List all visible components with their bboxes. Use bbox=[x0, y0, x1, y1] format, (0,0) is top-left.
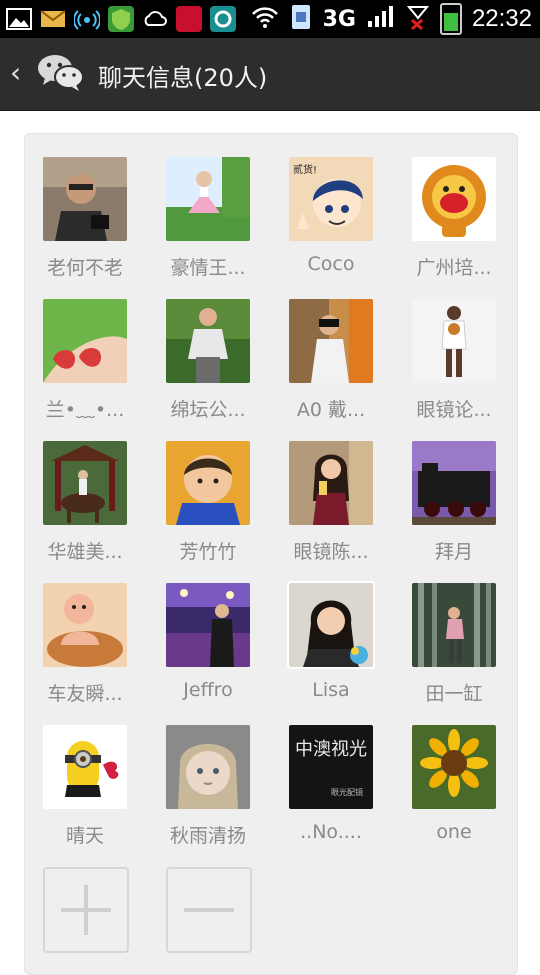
hotspot-icon bbox=[74, 6, 100, 32]
clock: 22:32 bbox=[471, 5, 532, 32]
member-item[interactable]: 秋雨清扬 bbox=[158, 725, 258, 848]
avatar[interactable] bbox=[43, 299, 127, 383]
avatar[interactable]: 中澳视光 眼光配镜 bbox=[289, 725, 373, 809]
page-title: 聊天信息(20人) bbox=[98, 64, 268, 92]
wechat-logo-icon bbox=[36, 52, 86, 96]
member-name: A0 戴... bbox=[296, 399, 366, 421]
news-icon bbox=[176, 6, 202, 32]
member-item[interactable]: 眼镜陈... bbox=[281, 441, 381, 564]
member-item[interactable]: 拜月 bbox=[404, 441, 504, 564]
shield-icon bbox=[108, 6, 134, 32]
battery-icon bbox=[439, 3, 462, 35]
avatar[interactable] bbox=[166, 157, 250, 241]
avatar[interactable]: 贰货! bbox=[289, 157, 373, 241]
member-name: 眼镜陈... bbox=[293, 541, 369, 563]
app-icon bbox=[210, 6, 236, 32]
member-name: 秋雨清扬 bbox=[169, 825, 246, 847]
member-item[interactable]: 老何不老 bbox=[35, 157, 135, 280]
gallery-icon bbox=[6, 6, 32, 32]
status-bar: 3G 22:32 bbox=[0, 0, 540, 38]
member-name: 兰•﹏•... bbox=[45, 399, 125, 421]
member-item[interactable]: one bbox=[404, 725, 504, 843]
network-type: 3G bbox=[322, 6, 356, 32]
avatar[interactable] bbox=[289, 441, 373, 525]
avatar[interactable] bbox=[166, 441, 250, 525]
member-item[interactable]: 车友瞬... bbox=[35, 583, 135, 706]
member-name: 田一缸 bbox=[425, 683, 483, 705]
avatar-caption: 贰货! bbox=[293, 163, 317, 176]
avatar[interactable] bbox=[289, 299, 373, 383]
avatar[interactable] bbox=[43, 441, 127, 525]
member-item[interactable]: 中澳视光 眼光配镜 ..No.... bbox=[281, 725, 381, 843]
mail-icon bbox=[40, 6, 66, 32]
avatar[interactable] bbox=[43, 725, 127, 809]
sim-icon bbox=[289, 3, 313, 35]
member-name: 芳竹竹 bbox=[179, 541, 237, 563]
avatar[interactable] bbox=[412, 299, 496, 383]
member-item[interactable]: 田一缸 bbox=[404, 583, 504, 706]
member-name: Lisa bbox=[312, 679, 350, 701]
avatar[interactable] bbox=[412, 157, 496, 241]
member-name: ..No.... bbox=[300, 821, 362, 843]
member-name: 华雄美... bbox=[47, 541, 123, 563]
wifi-icon bbox=[251, 5, 279, 33]
member-name: Jeffro bbox=[183, 679, 233, 701]
avatar[interactable] bbox=[166, 299, 250, 383]
member-item[interactable]: 晴天 bbox=[35, 725, 135, 848]
member-name: 老何不老 bbox=[46, 257, 123, 279]
member-name: 车友瞬... bbox=[47, 683, 123, 705]
avatar[interactable] bbox=[287, 581, 375, 669]
avatar-sign-text: 中澳视光 bbox=[295, 739, 367, 760]
avatar[interactable] bbox=[412, 441, 496, 525]
avatar-sign-subtext: 眼光配镜 bbox=[331, 787, 363, 797]
member-item[interactable]: A0 戴... bbox=[281, 299, 381, 422]
member-item[interactable]: 芳竹竹 bbox=[158, 441, 258, 564]
member-name: 广州培... bbox=[416, 257, 492, 279]
avatar[interactable] bbox=[166, 725, 250, 809]
member-item[interactable]: 豪情王... bbox=[158, 157, 258, 280]
avatar[interactable] bbox=[412, 583, 496, 667]
member-item[interactable]: 广州培... bbox=[404, 157, 504, 280]
member-item[interactable]: 华雄美... bbox=[35, 441, 135, 564]
member-name: 眼镜论... bbox=[416, 399, 492, 421]
avatar[interactable] bbox=[166, 583, 250, 667]
back-button[interactable]: ‹ bbox=[10, 56, 21, 89]
remove-member-button[interactable] bbox=[166, 867, 252, 953]
member-item[interactable]: Jeffro bbox=[158, 583, 258, 701]
avatar[interactable] bbox=[412, 725, 496, 809]
cloud-icon bbox=[142, 6, 168, 32]
member-item[interactable]: 眼镜论... bbox=[404, 299, 504, 422]
member-item[interactable]: 贰货! Coco bbox=[281, 157, 381, 275]
member-item[interactable]: Lisa bbox=[281, 581, 381, 701]
avatar[interactable] bbox=[43, 157, 127, 241]
member-name: Coco bbox=[307, 253, 355, 275]
member-name: 豪情王... bbox=[170, 257, 246, 279]
member-name: 绵坛公... bbox=[170, 399, 246, 421]
members-panel: 老何不老 豪情王... 贰货! Coco 广州培... 兰•﹏•... 绵坛公.… bbox=[24, 133, 518, 975]
member-item[interactable]: 兰•﹏•... bbox=[35, 299, 135, 422]
add-member-button[interactable] bbox=[43, 867, 129, 953]
signal-x-icon bbox=[406, 4, 430, 34]
title-bar: ‹ 聊天信息(20人) bbox=[0, 38, 540, 111]
member-item[interactable]: 绵坛公... bbox=[158, 299, 258, 422]
signal-icon bbox=[366, 5, 396, 33]
avatar[interactable] bbox=[43, 583, 127, 667]
member-name: one bbox=[436, 821, 472, 843]
member-name: 晴天 bbox=[65, 825, 104, 847]
member-name: 拜月 bbox=[434, 541, 473, 563]
